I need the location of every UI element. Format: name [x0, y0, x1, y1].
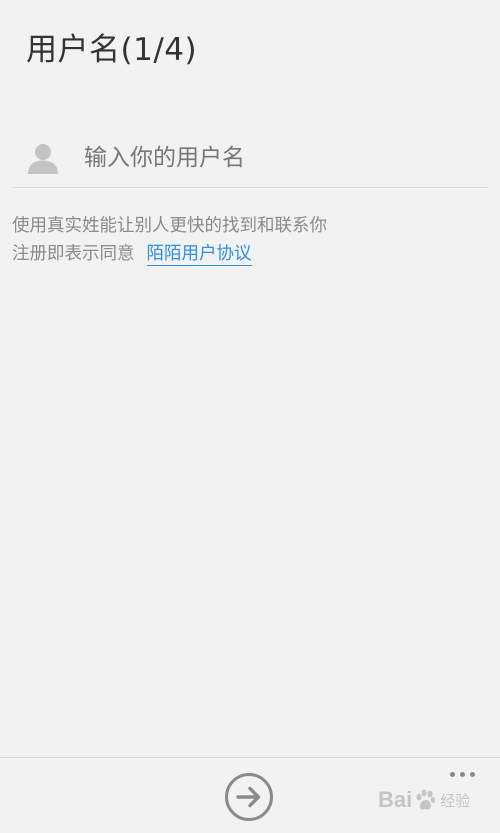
next-button[interactable]: [224, 772, 274, 822]
agreement-line: 注册即表示同意 陌陌用户协议: [12, 240, 327, 268]
real-name-hint: 使用真实姓能让别人更快的找到和联系你: [12, 216, 327, 236]
username-input-row[interactable]: [12, 128, 488, 188]
more-button[interactable]: [442, 764, 482, 784]
registration-screen: 用户名(1/4) 使用真实姓能让别人更快的找到和联系你 注册即表示同意 陌陌用户…: [0, 0, 500, 833]
more-dots-icon: [449, 771, 455, 777]
more-dot: [469, 771, 475, 777]
more-dot: [459, 771, 465, 777]
agreement-prefix: 注册即表示同意: [12, 244, 135, 264]
user-agreement-link[interactable]: 陌陌用户协议: [146, 243, 252, 266]
bottom-toolbar: [0, 757, 500, 833]
arrow-right-circle-icon: [225, 773, 273, 821]
username-input[interactable]: [84, 137, 464, 178]
user-silhouette-icon: [28, 143, 58, 174]
hint-text-block: 使用真实姓能让别人更快的找到和联系你 注册即表示同意 陌陌用户协议: [12, 212, 327, 268]
page-title: 用户名(1/4): [26, 32, 198, 68]
